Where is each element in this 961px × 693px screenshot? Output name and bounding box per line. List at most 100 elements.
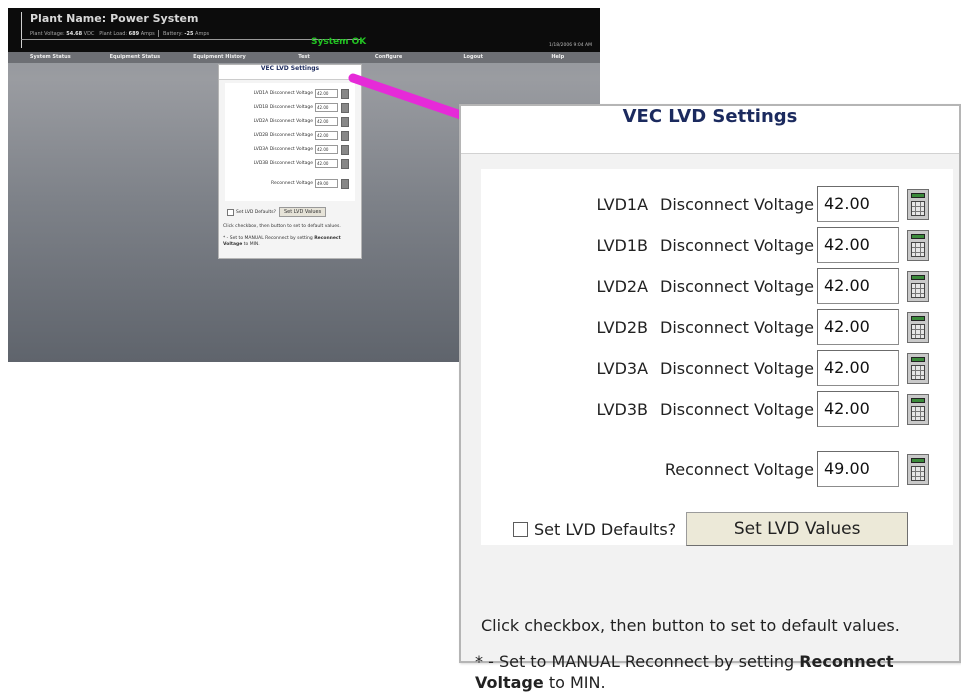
lvd-row-lvd3a: LVD3A Disconnect Voltage 42.00 bbox=[596, 348, 929, 388]
keypad-icon[interactable] bbox=[341, 130, 349, 141]
row-text: LVD2B Disconnect Voltage bbox=[596, 318, 814, 337]
nav-configure[interactable]: Configure bbox=[346, 52, 431, 63]
row-text: LVD1B Disconnect Voltage bbox=[596, 236, 814, 255]
divider bbox=[21, 39, 361, 40]
defaults-label: Set LVD Defaults? bbox=[534, 519, 677, 539]
mini-panel-body: LVD1A Disconnect Voltage 42.00 LVD1B Disc… bbox=[225, 83, 355, 201]
battery-value: -25 bbox=[184, 31, 194, 37]
mini-row-lvd2a: LVD2A Disconnect Voltage 42.00 bbox=[253, 116, 349, 127]
lvd-row-lvd3b: LVD3B Disconnect Voltage 42.00 bbox=[596, 389, 929, 429]
mini-set-values-button[interactable]: Set LVD Values bbox=[278, 207, 327, 217]
lvd-row-lvd2a: LVD2A Disconnect Voltage 42.00 bbox=[596, 266, 929, 306]
reconnect-voltage-input[interactable]: 49.00 bbox=[817, 451, 899, 487]
mini-row-lvd1a: LVD1A Disconnect Voltage 42.00 bbox=[253, 88, 349, 99]
main-nav: System Status Equipment Status Equipment… bbox=[8, 52, 600, 63]
defaults-row: Set LVD Defaults? Set LVD Values bbox=[513, 511, 909, 547]
lvd-label: Disconnect Voltage bbox=[660, 317, 814, 337]
plant-voltage-value: 54.68 bbox=[66, 31, 83, 37]
keypad-icon[interactable] bbox=[341, 158, 349, 169]
nav-logout[interactable]: Logout bbox=[431, 52, 516, 63]
mini-row-name: LVD2B bbox=[253, 133, 269, 138]
lvd-label: Disconnect Voltage bbox=[660, 276, 814, 296]
battery-unit: Amps bbox=[195, 31, 210, 37]
lvd-row-lvd1b: LVD1B Disconnect Voltage 42.00 bbox=[596, 225, 929, 265]
mini-row-lvd3a: LVD3A Disconnect Voltage 42.00 bbox=[254, 144, 349, 155]
keypad-icon[interactable] bbox=[341, 178, 349, 189]
nav-test[interactable]: Test bbox=[262, 52, 347, 63]
set-lvd-values-button[interactable]: Set LVD Values bbox=[686, 512, 909, 546]
lvd-label: Disconnect Voltage bbox=[660, 399, 814, 419]
mini-row-name: LVD2A bbox=[253, 119, 269, 124]
reconnect-row: Reconnect Voltage 49.00 bbox=[665, 449, 929, 489]
keypad-icon[interactable] bbox=[907, 311, 929, 343]
lvd1a-voltage-input[interactable]: 42.00 bbox=[817, 186, 899, 222]
note-manual-reconnect: * - Set to MANUAL Reconnect by setting R… bbox=[475, 651, 955, 693]
mini-defaults-checkbox[interactable] bbox=[227, 208, 234, 216]
plant-name-value: Power System bbox=[110, 12, 199, 25]
keypad-icon[interactable] bbox=[341, 116, 349, 127]
divider bbox=[21, 12, 22, 48]
lvd-name: LVD2A bbox=[596, 276, 649, 296]
panel-body: LVD1A Disconnect Voltage 42.00 LVD1B Disco… bbox=[461, 154, 959, 692]
lvd-label: Disconnect Voltage bbox=[660, 194, 814, 214]
lvd-label: Disconnect Voltage bbox=[660, 358, 814, 378]
note-text: to MIN. bbox=[543, 673, 606, 692]
mini-voltage-input[interactable]: 42.00 bbox=[315, 159, 338, 168]
keypad-icon[interactable] bbox=[341, 88, 349, 99]
nav-help[interactable]: Help bbox=[515, 52, 600, 63]
mini-row-reconnect: Reconnect Voltage 49.00 bbox=[271, 178, 349, 189]
mini-row-label: Disconnect Voltage bbox=[269, 105, 313, 110]
mini-row-lvd3b: LVD3B Disconnect Voltage 42.00 bbox=[253, 158, 349, 169]
mini-voltage-input[interactable]: 42.00 bbox=[315, 117, 338, 126]
keypad-icon[interactable] bbox=[907, 453, 929, 485]
row-text: LVD1A Disconnect Voltage bbox=[596, 195, 814, 214]
keypad-icon[interactable] bbox=[907, 229, 929, 261]
lvd2a-voltage-input[interactable]: 42.00 bbox=[817, 268, 899, 304]
lvd-name: LVD1A bbox=[596, 194, 649, 214]
keypad-icon[interactable] bbox=[341, 102, 349, 113]
note-text: * - Set to MANUAL Reconnect by setting bbox=[475, 652, 800, 671]
nav-equipment-status[interactable]: Equipment Status bbox=[93, 52, 178, 63]
lvd3b-voltage-input[interactable]: 42.00 bbox=[817, 391, 899, 427]
keypad-icon[interactable] bbox=[907, 393, 929, 425]
lvd-name: LVD1B bbox=[596, 235, 649, 255]
keypad-icon[interactable] bbox=[907, 188, 929, 220]
row-text: LVD3A Disconnect Voltage bbox=[596, 359, 814, 378]
note-text: * - Set to MANUAL Reconnect by setting bbox=[223, 236, 315, 241]
plant-name-label: Plant Name: bbox=[30, 12, 107, 25]
mini-row-label: Disconnect Voltage bbox=[269, 147, 313, 152]
plant-voltage-unit: VDC bbox=[83, 31, 95, 37]
mini-row-name: LVD1B bbox=[253, 105, 269, 110]
mini-row-lvd1b: LVD1B Disconnect Voltage 42.00 bbox=[253, 102, 349, 113]
mini-row-name: LVD1A bbox=[253, 91, 269, 96]
nav-equipment-history[interactable]: Equipment History bbox=[177, 52, 262, 63]
mini-row-label: Disconnect Voltage bbox=[269, 119, 313, 124]
lvd1b-voltage-input[interactable]: 42.00 bbox=[817, 227, 899, 263]
mini-lvd-panel: VEC LVD Settings LVD1A Disconnect Voltag… bbox=[218, 64, 362, 259]
mini-voltage-input[interactable]: 49.00 bbox=[315, 179, 338, 188]
plant-voltage-label: Plant Voltage: bbox=[30, 31, 65, 37]
keypad-icon[interactable] bbox=[907, 352, 929, 384]
app-header: Plant Name: Power System Plant Voltage: 5… bbox=[8, 8, 600, 52]
lvd3a-voltage-input[interactable]: 42.00 bbox=[817, 350, 899, 386]
mini-defaults-row: Set LVD Defaults? Set LVD Values bbox=[227, 207, 327, 217]
note-click-checkbox: Click checkbox, then button to set to de… bbox=[481, 616, 900, 635]
note-text: to MIN. bbox=[242, 242, 260, 247]
mini-voltage-input[interactable]: 42.00 bbox=[315, 89, 338, 98]
mini-row-label: Disconnect Voltage bbox=[269, 91, 313, 96]
keypad-icon[interactable] bbox=[341, 144, 349, 155]
lvd2b-voltage-input[interactable]: 42.00 bbox=[817, 309, 899, 345]
mini-row-name: LVD3B bbox=[253, 161, 269, 166]
mini-voltage-input[interactable]: 42.00 bbox=[315, 145, 338, 154]
defaults-checkbox[interactable] bbox=[513, 521, 528, 537]
lvd-name: LVD2B bbox=[596, 317, 649, 337]
row-text: LVD3B Disconnect Voltage bbox=[596, 400, 814, 419]
nav-system-status[interactable]: System Status bbox=[8, 52, 93, 63]
keypad-icon[interactable] bbox=[907, 270, 929, 302]
battery-label: Battery: bbox=[162, 31, 183, 37]
lvd-row-lvd2b: LVD2B Disconnect Voltage 42.00 bbox=[596, 307, 929, 347]
mini-voltage-input[interactable]: 42.00 bbox=[315, 131, 338, 140]
mini-row-label: Disconnect Voltage bbox=[269, 133, 313, 138]
mini-row-label: Disconnect Voltage bbox=[269, 161, 313, 166]
mini-voltage-input[interactable]: 42.00 bbox=[315, 103, 338, 112]
